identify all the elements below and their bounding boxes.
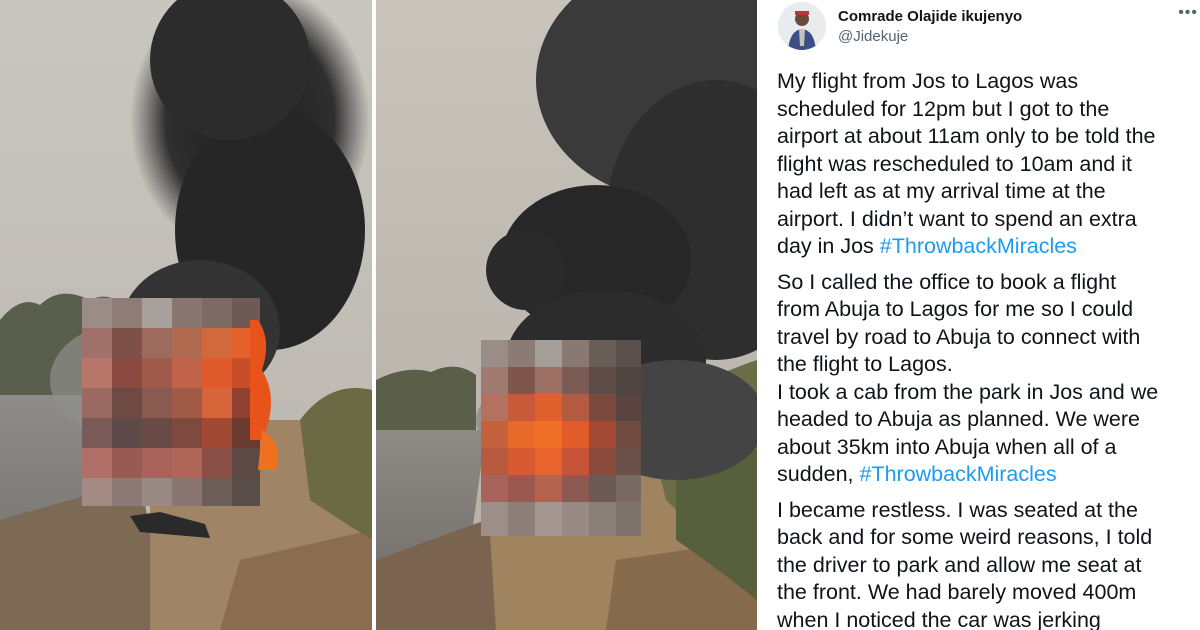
- tweet-line: I took a cab from the park in Jos and we: [777, 379, 1197, 407]
- tweet-line-text: day in Jos: [777, 234, 880, 258]
- tweet-paragraph: So I called the office to book a flight f…: [777, 269, 1197, 489]
- tweet-line-text: when I noticed the car was jerking: [777, 607, 1101, 630]
- tweet-line: sudden, #ThrowbackMiracles: [777, 461, 1197, 489]
- tweet-line: the flight to Lagos.: [777, 351, 1197, 379]
- tweet-line: the driver to park and allow me seat at: [777, 552, 1197, 580]
- tweet-paragraph: I became restless. I was seated at the ba…: [777, 497, 1197, 630]
- tweet-line-text: I took a cab from the park in Jos and we: [777, 379, 1159, 404]
- tweet-line: I became restless. I was seated at the: [777, 497, 1197, 525]
- tweet-line-text: had left as at my arrival time at the: [777, 179, 1106, 203]
- tweet-line-text: back and for some weird reasons, I told: [777, 525, 1153, 549]
- tweet-line: had left as at my arrival time at the: [777, 178, 1197, 206]
- tweet-line: scheduled for 12pm but I got to the: [777, 96, 1197, 124]
- more-horizontal-icon[interactable]: •••: [1178, 4, 1198, 22]
- burning-car-photo-left: [0, 0, 372, 630]
- tweet-line-text: So I called the office to book a flight: [777, 269, 1117, 294]
- tweet-line-text: from Abuja to Lagos for me so I could: [777, 297, 1134, 321]
- tweet-line-text: the driver to park and allow me seat at: [777, 552, 1142, 577]
- tweet-line-text: airport at about 11am only to be told th…: [777, 124, 1156, 148]
- tweet-line: headed to Abuja as planned. We were: [777, 406, 1197, 434]
- hashtag-link[interactable]: #ThrowbackMiracles: [880, 234, 1077, 258]
- tweet-line-text: I became restless. I was seated at the: [777, 497, 1138, 522]
- burning-car-photo-right: [376, 0, 757, 630]
- tweet-line: My flight from Jos to Lagos was: [777, 68, 1197, 96]
- tweet-line-text: airport. I didn’t want to spend an extra: [777, 206, 1137, 231]
- tweet-line: travel by road to Abuja to connect with: [777, 324, 1197, 352]
- tweet-line-text: scheduled for 12pm but I got to the: [777, 96, 1110, 121]
- tweet-line-text: sudden,: [777, 462, 860, 486]
- tweet-text: My flight from Jos to Lagos was scheduled…: [777, 68, 1197, 630]
- tweet-line: So I called the office to book a flight: [777, 269, 1197, 297]
- tweet-line: the front. We had barely moved 400m: [777, 579, 1197, 607]
- tweet-line-text: flight was rescheduled to 10am and it: [777, 151, 1132, 176]
- author-name[interactable]: Comrade Olajide ikujenyo: [838, 8, 1022, 25]
- tweet-line-text: headed to Abuja as planned. We were: [777, 407, 1140, 431]
- tweet-line-text: the flight to Lagos.: [777, 352, 953, 376]
- tweet-line: when I noticed the car was jerking: [777, 607, 1197, 630]
- tweet-line-text: travel by road to Abuja to connect with: [777, 324, 1141, 349]
- tweet-line: airport. I didn’t want to spend an extra: [777, 206, 1197, 234]
- tweet-line: airport at about 11am only to be told th…: [777, 123, 1197, 151]
- hashtag-link[interactable]: #ThrowbackMiracles: [859, 462, 1056, 486]
- tweet-line: from Abuja to Lagos for me so I could: [777, 296, 1197, 324]
- tweet-line-text: the front. We had barely moved 400m: [777, 580, 1137, 604]
- tweet-line: about 35km into Abuja when all of a: [777, 434, 1197, 462]
- tweet-line: flight was rescheduled to 10am and it: [777, 151, 1197, 179]
- tweet-card: Comrade Olajide ikujenyo @Jidekuje ••• M…: [760, 0, 1200, 630]
- tweet-line: day in Jos #ThrowbackMiracles: [777, 233, 1197, 261]
- author-handle[interactable]: @Jidekuje: [838, 28, 908, 45]
- tweet-line: back and for some weird reasons, I told: [777, 524, 1197, 552]
- tweet-line-text: My flight from Jos to Lagos was: [777, 69, 1079, 93]
- tweet-paragraph: My flight from Jos to Lagos was scheduled…: [777, 68, 1197, 261]
- author-avatar[interactable]: [778, 2, 826, 50]
- tweet-line-text: about 35km into Abuja when all of a: [777, 434, 1117, 459]
